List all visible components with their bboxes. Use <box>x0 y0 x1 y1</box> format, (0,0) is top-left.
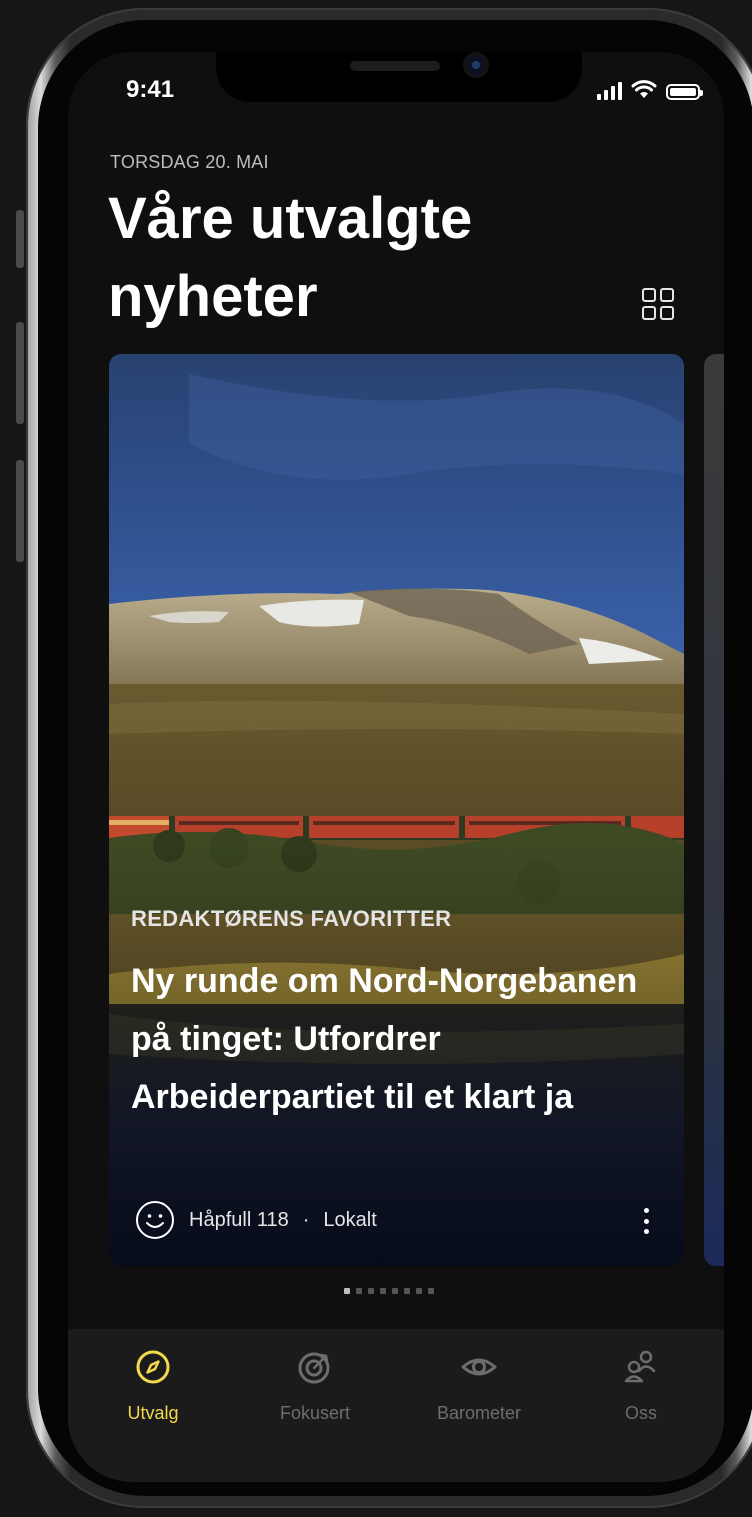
tab-label: Utvalg <box>127 1403 179 1423</box>
front-camera <box>466 55 486 75</box>
grid-icon[interactable] <box>642 288 674 320</box>
speaker <box>350 61 440 71</box>
pager-dot <box>404 1288 410 1294</box>
tab-bar: Utvalg Fokusert Barometer Oss <box>68 1329 724 1482</box>
page-title: Våre utvalgte nyheter <box>108 186 473 329</box>
smiley-icon <box>136 1201 174 1239</box>
signal-icon <box>597 82 622 100</box>
tab-barometer[interactable]: Barometer <box>414 1347 544 1424</box>
battery-icon <box>666 84 703 100</box>
status-icons <box>597 80 703 100</box>
tab-label: Fokusert <box>279 1403 351 1423</box>
eye-icon <box>461 1358 497 1376</box>
featured-article-card[interactable]: REDAKTØRENS FAVORITTER Ny runde om Nord-… <box>109 354 684 1266</box>
pager-dot <box>368 1288 374 1294</box>
volume-down-button <box>16 460 24 562</box>
tab-label: Oss <box>624 1403 657 1423</box>
pager-dot <box>428 1288 434 1294</box>
pager-dot <box>380 1288 386 1294</box>
pager-dot <box>344 1288 350 1294</box>
mute-switch <box>16 210 24 268</box>
article-headline[interactable]: Ny runde om Nord-Norgebanen på tinget: U… <box>131 952 671 1126</box>
tab-utvalg[interactable]: Utvalg <box>88 1347 218 1424</box>
article-category: Lokalt <box>323 1208 377 1231</box>
article-meta: Håpfull 118 · Lokalt <box>135 1200 377 1240</box>
carousel-pager <box>344 1288 434 1294</box>
tab-oss[interactable]: Oss <box>576 1347 706 1424</box>
app-screen: 9:41 TORSDAG 20. MAI Våre utvalgte nyhet… <box>68 52 724 1482</box>
next-article-card[interactable] <box>704 354 724 1266</box>
mood-label: Håpfull 118 <box>189 1208 289 1231</box>
meta-separator: · <box>302 1208 310 1231</box>
pager-dot <box>356 1288 362 1294</box>
notch <box>216 52 582 102</box>
tab-fokusert[interactable]: Fokusert <box>250 1347 380 1424</box>
wifi-icon <box>631 80 657 98</box>
people-icon <box>624 1350 656 1383</box>
header-date: TORSDAG 20. MAI <box>110 152 269 172</box>
status-time: 9:41 <box>126 76 175 103</box>
article-kicker: REDAKTØRENS FAVORITTER <box>131 906 452 931</box>
tab-label: Barometer <box>436 1403 522 1423</box>
more-options-icon[interactable] <box>642 1208 650 1234</box>
volume-up-button <box>16 322 24 424</box>
target-icon <box>298 1352 330 1384</box>
pager-dot <box>416 1288 422 1294</box>
compass-icon <box>136 1350 170 1384</box>
pager-dot <box>392 1288 398 1294</box>
